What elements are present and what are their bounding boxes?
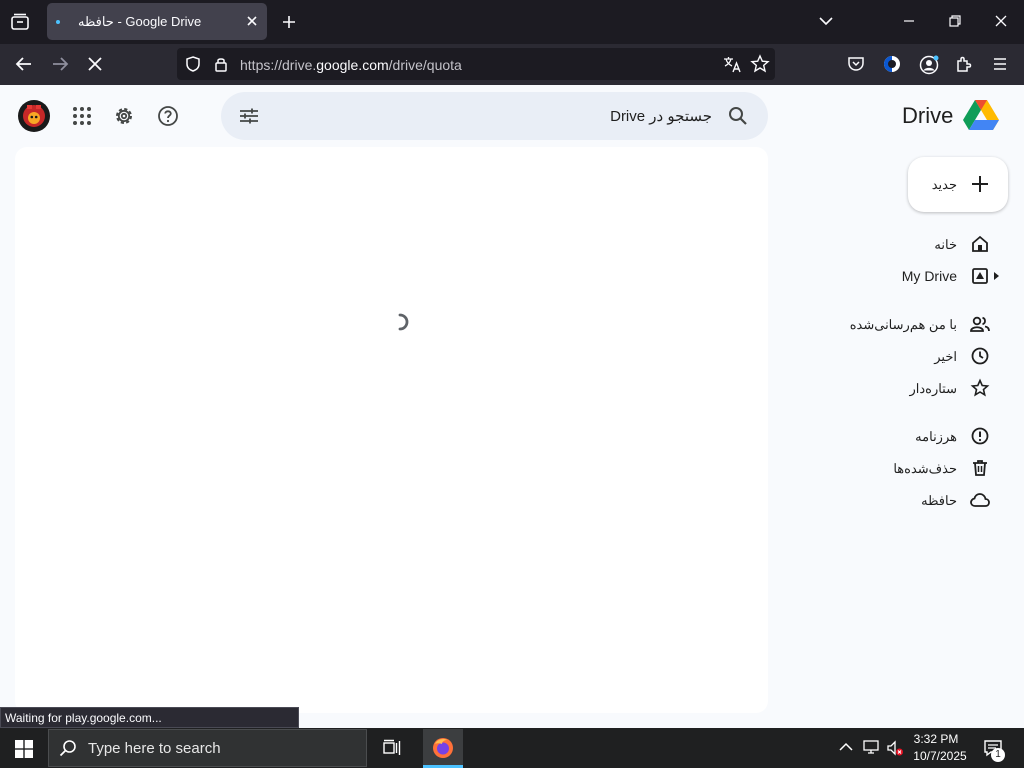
search-filter-icon[interactable] — [237, 104, 261, 128]
pocket-icon[interactable] — [846, 54, 866, 74]
volume-muted-icon[interactable] — [886, 739, 904, 757]
restore-icon[interactable] — [948, 14, 962, 28]
stop-loading-icon[interactable] — [86, 55, 104, 73]
taskbar-search-placeholder: Type here to search — [88, 740, 221, 757]
status-text: Waiting for play.google.com... — [5, 711, 162, 725]
apps-grid-icon[interactable] — [71, 105, 93, 127]
back-icon[interactable] — [14, 54, 34, 74]
help-icon[interactable] — [156, 104, 180, 128]
search-input[interactable]: جستجو در Drive — [560, 107, 712, 125]
expand-caret-icon[interactable] — [994, 272, 1000, 280]
cloud-icon — [969, 490, 991, 510]
my-drive-icon — [970, 266, 990, 286]
url-path: /drive/quota — [388, 57, 462, 73]
bookmark-star-icon[interactable] — [750, 54, 770, 74]
star-icon — [970, 378, 990, 398]
translate-icon[interactable] — [722, 54, 742, 74]
network-icon[interactable] — [862, 739, 880, 755]
extensions-icon[interactable] — [954, 54, 974, 74]
app-title: Drive — [902, 103, 954, 128]
list-all-tabs-icon[interactable] — [818, 15, 834, 27]
taskbar-search-icon — [58, 738, 78, 758]
search-icon[interactable] — [726, 104, 750, 128]
tab-close-icon[interactable] — [245, 14, 259, 28]
spam-alert-icon — [970, 426, 990, 446]
task-view-icon[interactable] — [382, 738, 402, 758]
url-domain: google.com — [316, 57, 389, 73]
sidebar-item-starred-label: ستاره‌دار — [909, 381, 957, 396]
people-icon — [969, 313, 991, 335]
clock-icon — [970, 346, 990, 366]
sidebar-item-my-drive-label: My Drive — [901, 268, 957, 284]
plus-icon — [970, 174, 990, 194]
drive-logo-icon[interactable] — [962, 99, 1000, 133]
url-prefix: https://drive. — [240, 57, 317, 73]
loading-spinner-icon — [390, 310, 414, 334]
avatar[interactable] — [17, 99, 51, 133]
sidebar-item-spam-label: هرزنامه — [915, 429, 957, 444]
show-hidden-icons-icon[interactable] — [839, 741, 853, 753]
menu-icon[interactable] — [990, 54, 1010, 74]
url-text[interactable]: https://drive.google.com/drive/quota — [240, 57, 462, 73]
notification-count-badge: 1 — [991, 748, 1005, 762]
forward-icon[interactable] — [50, 54, 70, 74]
minimize-icon[interactable] — [902, 14, 916, 28]
settings-gear-icon[interactable] — [112, 104, 136, 128]
sidebar-item-storage-label: حافظه — [921, 493, 957, 508]
sidebar-item-recent-label: اخیر — [934, 349, 957, 364]
tab-title: حافظه - Google Drive — [78, 14, 202, 29]
home-icon — [970, 234, 990, 254]
dark-reader-extension-icon[interactable] — [882, 54, 902, 74]
close-window-icon[interactable] — [994, 14, 1008, 28]
trash-icon — [970, 458, 990, 478]
account-icon[interactable] — [918, 54, 940, 76]
tracking-protection-icon[interactable] — [184, 55, 202, 73]
taskbar-time[interactable]: 3:32 PM — [908, 732, 964, 746]
firefox-icon — [432, 737, 454, 759]
tab-list-icon[interactable] — [10, 12, 30, 32]
taskbar-date[interactable]: 10/7/2025 — [908, 749, 972, 763]
new-button-label: جدید — [931, 177, 957, 192]
windows-start-icon[interactable] — [15, 740, 33, 758]
sidebar-item-home-label: خانه — [934, 237, 957, 252]
main-content-panel — [15, 147, 768, 713]
new-tab-icon[interactable] — [281, 14, 297, 30]
lock-icon[interactable] — [212, 55, 230, 73]
sidebar-item-trash-label: حذف‌شده‌ها — [893, 461, 957, 476]
sidebar-item-shared-label: با من هم‌رسانی‌شده — [849, 317, 957, 332]
tab-loading-icon — [56, 20, 60, 24]
